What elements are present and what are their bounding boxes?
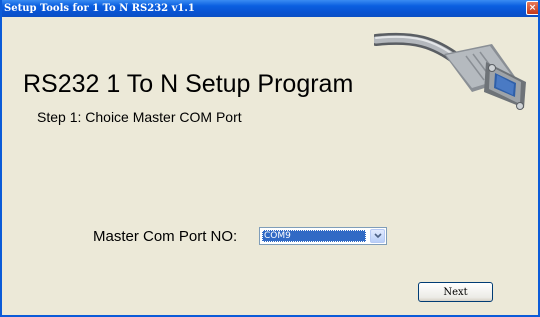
- dropdown-button[interactable]: [370, 229, 385, 243]
- title-bar[interactable]: Setup Tools for 1 To N RS232 v1.1 ×: [2, 0, 538, 17]
- master-port-value: COM9: [262, 230, 366, 242]
- chevron-down-icon: [374, 233, 382, 239]
- rs232-cable-icon: [374, 32, 526, 110]
- setup-window: Setup Tools for 1 To N RS232 v1.1 × RS23…: [0, 0, 540, 317]
- master-port-select[interactable]: COM9: [259, 227, 387, 245]
- step-description: Step 1: Choice Master COM Port: [37, 109, 242, 125]
- next-button[interactable]: Next: [418, 282, 493, 302]
- close-icon: ×: [528, 3, 537, 13]
- close-button[interactable]: ×: [526, 1, 538, 15]
- app-title: RS232 1 To N Setup Program: [23, 70, 354, 98]
- master-port-label: Master Com Port NO:: [93, 228, 238, 245]
- window-title: Setup Tools for 1 To N RS232 v1.1: [4, 3, 195, 14]
